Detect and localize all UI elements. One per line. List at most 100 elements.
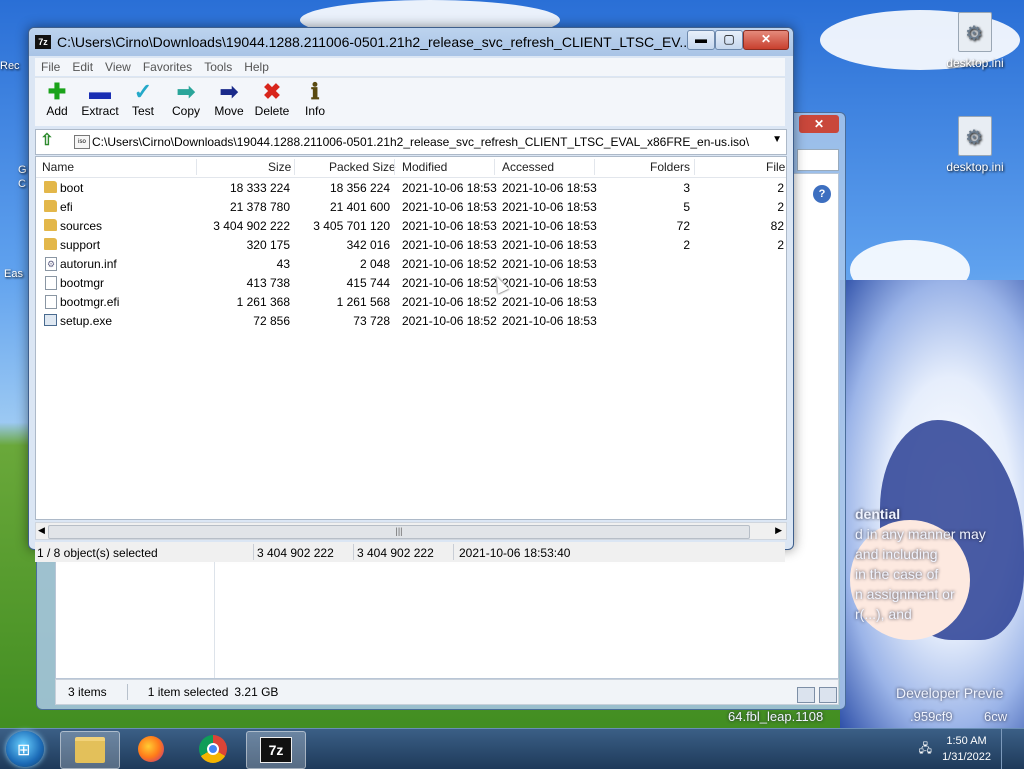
file-modified: 2021-10-06 18:52 [402, 276, 497, 290]
preview-view-icon[interactable] [819, 687, 837, 703]
up-folder-icon[interactable]: ⇧ [38, 132, 56, 150]
scrollbar-thumb[interactable]: ||| [48, 525, 750, 539]
menu-view[interactable]: View [99, 60, 137, 74]
toolbar-test-button[interactable]: ✓ Test [122, 78, 164, 126]
menu-tools[interactable]: Tools [198, 60, 238, 74]
column-header-packed-size[interactable]: Packed Size [329, 160, 396, 174]
file-row[interactable]: support 320 175 342 016 2021-10-06 18:53 202… [36, 235, 786, 254]
file-size: 18 333 224 [229, 181, 290, 195]
firefox-icon [138, 736, 164, 762]
taskbar-chrome-button[interactable] [184, 731, 242, 767]
network-icon[interactable]: 🖧 [919, 739, 932, 760]
toolbar-info-button[interactable]: ℹ Info [294, 78, 336, 126]
clock[interactable]: 1:50 AM 1/31/2022 [942, 733, 991, 765]
file-accessed: 2021-10-06 18:53 [502, 276, 597, 290]
file-files: 2 [777, 238, 784, 252]
file-packed: 1 261 568 [336, 295, 390, 309]
taskbar-explorer-button[interactable] [60, 731, 120, 769]
menu-favorites[interactable]: Favorites [137, 60, 198, 74]
search-icon[interactable] [797, 149, 839, 171]
selected-count: 1 item selected [147, 685, 229, 699]
address-path[interactable]: C:\Users\Cirno\Downloads\19044.1288.2110… [92, 135, 749, 149]
copy-arrow-icon: ➡ [176, 79, 196, 104]
file-modified: 2021-10-06 18:53 [402, 238, 497, 252]
toolbar-add-button[interactable]: ✚ Add [36, 78, 78, 126]
close-button[interactable]: ✕ [743, 30, 789, 50]
file-row[interactable]: bootmgr 413 738 415 744 2021-10-06 18:52 202… [36, 273, 786, 292]
explorer-status-bar: 3 items 1 item selected 3.21 GB [55, 679, 839, 705]
desktop-icon-label: desktop.ini [946, 160, 1004, 174]
desktop-icon-desktop-ini[interactable]: desktop.ini [940, 116, 1010, 174]
watermark-line: n assignment or [855, 586, 955, 602]
file-size: 72 856 [253, 314, 290, 328]
show-desktop-button[interactable] [1001, 729, 1016, 769]
column-header-name[interactable]: Name [42, 160, 74, 174]
folder-icon [44, 219, 57, 231]
column-header-size[interactable]: Size [268, 160, 291, 174]
folder-icon [75, 737, 105, 763]
info-icon: ℹ [310, 79, 320, 104]
file-name: autorun.inf [60, 257, 117, 271]
maximize-button[interactable]: ▢ [715, 30, 743, 50]
file-modified: 2021-10-06 18:52 [402, 295, 497, 309]
file-folders: 72 [676, 219, 690, 233]
toolbar-extract-button[interactable]: ▬ Extract [79, 78, 121, 126]
desktop-icon-desktop-ini[interactable]: desktop.ini [940, 12, 1010, 70]
file-accessed: 2021-10-06 18:53 [502, 238, 597, 252]
start-button[interactable]: ⊞ [6, 731, 44, 767]
file-modified: 2021-10-06 18:53 [402, 181, 497, 195]
details-view-icon[interactable] [797, 687, 815, 703]
folder-icon [44, 200, 57, 212]
column-header-modified[interactable]: Modified [402, 160, 447, 174]
selection-status: 1 / 8 object(s) selected [37, 546, 158, 560]
title-bar[interactable]: 7z C:\Users\Cirno\Downloads\19044.1288.2… [29, 28, 793, 56]
desktop-icon-label-partial[interactable]: G [18, 164, 27, 176]
minus-icon: ▬ [89, 79, 111, 104]
file-accessed: 2021-10-06 18:53 [502, 314, 597, 328]
column-header-accessed[interactable]: Accessed [502, 160, 554, 174]
file-row[interactable]: efi 21 378 780 21 401 600 2021-10-06 18:53 2… [36, 197, 786, 216]
file-name: sources [60, 219, 103, 233]
desktop-icon-label-partial[interactable]: Eas [4, 268, 23, 280]
file-row[interactable]: setup.exe 72 856 73 728 2021-10-06 18:52 202… [36, 311, 786, 330]
desktop-icon-label-partial[interactable]: C [18, 178, 26, 190]
file-size: 3 404 902 222 [213, 219, 290, 233]
file-row[interactable]: boot 18 333 224 18 356 224 2021-10-06 18:53… [36, 178, 786, 197]
toolbar-copy-button[interactable]: ➡ Copy [165, 78, 207, 126]
file-size: 43 [276, 257, 290, 271]
file-size: 1 261 368 [236, 295, 290, 309]
address-bar[interactable]: ⇧ iso C:\Users\Cirno\Downloads\19044.128… [35, 129, 787, 155]
file-name: bootmgr.efi [60, 295, 120, 309]
column-header-files[interactable]: File [766, 160, 785, 174]
menu-edit[interactable]: Edit [66, 60, 99, 74]
file-row[interactable]: sources 3 404 902 222 3 405 701 120 2021-10… [36, 216, 786, 235]
toolbar-move-button[interactable]: ➡ Move [208, 78, 250, 126]
file-folders: 3 [683, 181, 690, 195]
file-packed: 3 405 701 120 [313, 219, 390, 233]
file-row[interactable]: bootmgr.efi 1 261 368 1 261 568 2021-10-06 … [36, 292, 786, 311]
scroll-left-icon[interactable]: ◀ [38, 525, 45, 536]
7zip-file-manager-window[interactable]: 7z C:\Users\Cirno\Downloads\19044.1288.2… [28, 27, 794, 562]
column-header-folders[interactable]: Folders [650, 160, 690, 174]
scroll-right-icon[interactable]: ▶ [775, 525, 782, 536]
divider [196, 159, 197, 175]
close-button[interactable]: ✕ [799, 115, 839, 133]
executable-icon [44, 314, 57, 326]
7zip-icon: 7z [260, 737, 292, 763]
taskbar-7zip-button[interactable]: 7z [246, 731, 306, 769]
taskbar-firefox-button[interactable] [122, 731, 180, 767]
build-watermark: Developer Previe [896, 685, 1004, 701]
menu-file[interactable]: File [35, 60, 66, 74]
minimize-button[interactable]: ▬ [687, 30, 715, 50]
menu-help[interactable]: Help [238, 60, 275, 74]
desktop-icon-label-partial[interactable]: Rec [0, 60, 20, 72]
file-packed: 21 401 600 [329, 200, 390, 214]
help-icon[interactable]: ? [813, 185, 831, 203]
file-packed: 415 744 [346, 276, 390, 290]
horizontal-scrollbar[interactable]: ◀ ||| ▶ [35, 522, 787, 540]
file-row[interactable]: ⚙ autorun.inf 43 2 048 2021-10-06 18:52 2021-… [36, 254, 786, 273]
chevron-down-icon[interactable]: ▼ [772, 134, 782, 145]
file-list[interactable]: Name Size Packed Size Modified Accessed … [35, 156, 787, 520]
toolbar-delete-button[interactable]: ✖ Delete [251, 78, 293, 126]
system-tray: 🖧 1:50 AM 1/31/2022 [919, 729, 1024, 769]
